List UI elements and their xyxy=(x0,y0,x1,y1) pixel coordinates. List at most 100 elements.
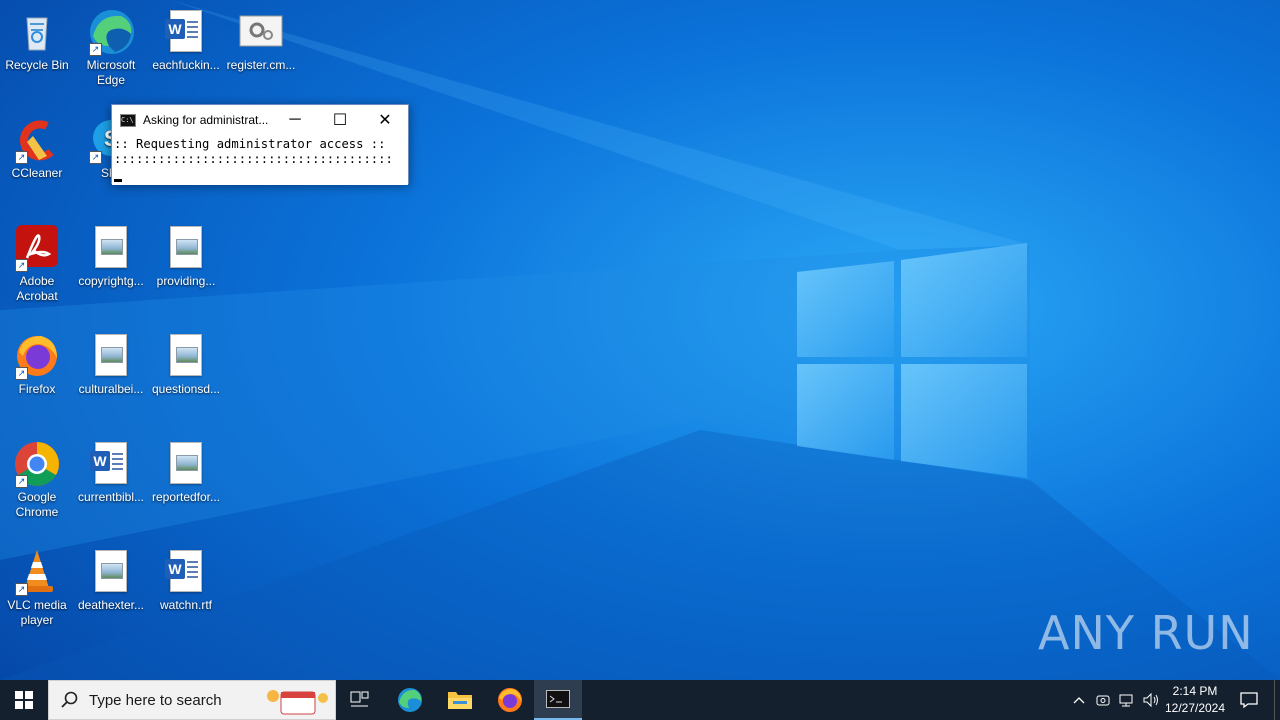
taskbar: Type here to search 2:14 PM 12/27/2024 xyxy=(0,680,1280,720)
image-file-icon xyxy=(87,548,135,596)
minimize-button[interactable]: ─ xyxy=(272,105,318,135)
shortcut-arrow-icon: ↗ xyxy=(15,475,28,488)
start-button[interactable] xyxy=(0,680,48,720)
icon-label: Adobe Acrobat xyxy=(16,274,58,303)
icon-label: watchn.rtf xyxy=(159,598,213,612)
taskbar-console-button-active[interactable] xyxy=(534,680,582,720)
chevron-up-icon xyxy=(1073,697,1085,704)
close-button[interactable]: ✕ xyxy=(362,105,408,135)
shortcut-arrow-icon: ↗ xyxy=(89,151,102,164)
taskbar-file-explorer-button[interactable] xyxy=(436,680,484,720)
edge-icon xyxy=(398,688,422,712)
clock-date: 12/27/2024 xyxy=(1164,701,1226,715)
desktop-icon-culturalbei[interactable]: culturalbei... xyxy=(74,332,148,397)
icon-label: copyrightg... xyxy=(78,274,144,288)
desktop-icon-providing[interactable]: providing... xyxy=(149,224,223,289)
icon-label: questionsd... xyxy=(151,382,221,396)
firefox-icon: ↗ xyxy=(13,332,61,380)
desktop-icon-questionsd[interactable]: questionsd... xyxy=(149,332,223,397)
tray-volume-button[interactable] xyxy=(1140,680,1162,720)
windows-logo-pane-br xyxy=(901,364,1027,478)
desktop-icon-microsoft-edge[interactable]: ↗ Microsoft Edge xyxy=(74,8,148,88)
console-window[interactable]: C:\ Asking for administrat... ─ ☐ ✕ :: R… xyxy=(111,104,409,185)
desktop-icon-reportedfor[interactable]: reportedfor... xyxy=(149,440,223,505)
edge-icon: ↗ xyxy=(87,8,135,56)
show-hidden-icons-button[interactable] xyxy=(1068,680,1090,720)
windows-start-icon xyxy=(15,691,33,709)
desktop-icon-adobe-acrobat[interactable]: ↗ Adobe Acrobat xyxy=(0,224,74,304)
meet-now-icon xyxy=(1096,695,1110,706)
desktop-icon-watchn-rtf[interactable]: W watchn.rtf xyxy=(149,548,223,613)
desktop-icon-vlc-media-player[interactable]: ↗ VLC media player xyxy=(0,548,74,628)
icon-label: reportedfor... xyxy=(151,490,221,504)
desktop-icon-eachfuckin[interactable]: W eachfuckin... xyxy=(149,8,223,73)
clock-time: 2:14 PM xyxy=(1172,684,1218,698)
console-output[interactable]: :: Requesting administrator access :::::… xyxy=(112,135,408,185)
shortcut-arrow-icon: ↗ xyxy=(89,43,102,56)
firefox-icon xyxy=(498,688,522,712)
taskbar-firefox-button[interactable] xyxy=(486,680,534,720)
icon-label: eachfuckin... xyxy=(152,58,220,72)
speaker-icon xyxy=(1143,692,1158,708)
shortcut-arrow-icon: ↗ xyxy=(15,367,28,380)
chrome-icon: ↗ xyxy=(13,440,61,488)
image-file-icon xyxy=(162,224,210,272)
vlc-cone-icon: ↗ xyxy=(13,548,61,596)
folder-icon xyxy=(448,692,472,709)
shortcut-arrow-icon: ↗ xyxy=(15,583,28,596)
windows-logo-pane-tr xyxy=(901,243,1027,357)
icon-label: culturalbei... xyxy=(78,382,144,396)
image-file-icon xyxy=(162,440,210,488)
image-file-icon xyxy=(87,224,135,272)
task-view-button[interactable] xyxy=(336,680,384,720)
shortcut-arrow-icon: ↗ xyxy=(15,259,28,272)
desktop-icon-firefox[interactable]: ↗ Firefox xyxy=(0,332,74,397)
tray-meet-now-button[interactable] xyxy=(1092,680,1114,720)
word-document-icon: W xyxy=(87,440,135,488)
windows-logo-pane-tl xyxy=(797,261,894,357)
console-title: Asking for administrat... xyxy=(143,113,269,127)
icon-label: VLC media player xyxy=(7,598,67,627)
windows-logo-pane-bl xyxy=(797,364,894,460)
image-file-icon xyxy=(162,332,210,380)
icon-label: register.cm... xyxy=(226,58,296,72)
desktop-icon-deathexter[interactable]: deathexter... xyxy=(74,548,148,613)
console-line: :::::::::::::::::::::::::::::::::::::: xyxy=(114,152,393,166)
icon-label: Google Chrome xyxy=(15,490,59,519)
adobe-acrobat-icon: ↗ xyxy=(13,224,61,272)
icon-label: Microsoft Edge xyxy=(86,58,136,87)
taskbar-edge-button[interactable] xyxy=(386,680,434,720)
calendar-highlight-icon xyxy=(267,690,328,715)
desktop-icon-register-cmd[interactable]: register.cm... xyxy=(224,8,298,73)
desktop-icon-google-chrome[interactable]: ↗ Google Chrome xyxy=(0,440,74,520)
desktop-icon-copyrightg[interactable]: copyrightg... xyxy=(74,224,148,289)
desktop-icon-ccleaner[interactable]: ↗ CCleaner xyxy=(0,116,74,181)
console-titlebar[interactable]: C:\ Asking for administrat... ─ ☐ ✕ xyxy=(112,105,408,135)
word-document-icon: W xyxy=(162,548,210,596)
icon-label: deathexter... xyxy=(77,598,145,612)
console-app-icon: C:\ xyxy=(120,113,136,127)
desktop-icon-currentbibl[interactable]: W currentbibl... xyxy=(74,440,148,505)
notification-icon xyxy=(1240,692,1258,709)
recycle-bin-icon xyxy=(13,8,61,56)
search-icon xyxy=(61,691,78,708)
taskbar-clock[interactable]: 2:14 PM 12/27/2024 xyxy=(1160,683,1230,717)
tray-network-button[interactable] xyxy=(1116,680,1138,720)
network-icon xyxy=(1119,694,1133,707)
taskbar-search-box[interactable]: Type here to search xyxy=(48,680,336,720)
icon-label: CCleaner xyxy=(11,166,63,180)
console-icon xyxy=(546,690,570,708)
ccleaner-icon: ↗ xyxy=(13,116,61,164)
image-file-icon xyxy=(87,332,135,380)
maximize-button[interactable]: ☐ xyxy=(317,105,363,135)
text-cursor xyxy=(114,179,122,182)
show-desktop-button[interactable] xyxy=(1274,680,1280,720)
console-line: :: Requesting administrator access :: xyxy=(114,137,386,151)
icon-label: Firefox xyxy=(18,382,56,396)
icon-label: currentbibl... xyxy=(77,490,145,504)
desktop-icon-recycle-bin[interactable]: Recycle Bin xyxy=(0,8,74,73)
search-placeholder: Type here to search xyxy=(89,691,222,709)
task-view-icon xyxy=(350,691,369,707)
action-center-button[interactable] xyxy=(1234,680,1264,720)
word-document-icon: W xyxy=(162,8,210,56)
